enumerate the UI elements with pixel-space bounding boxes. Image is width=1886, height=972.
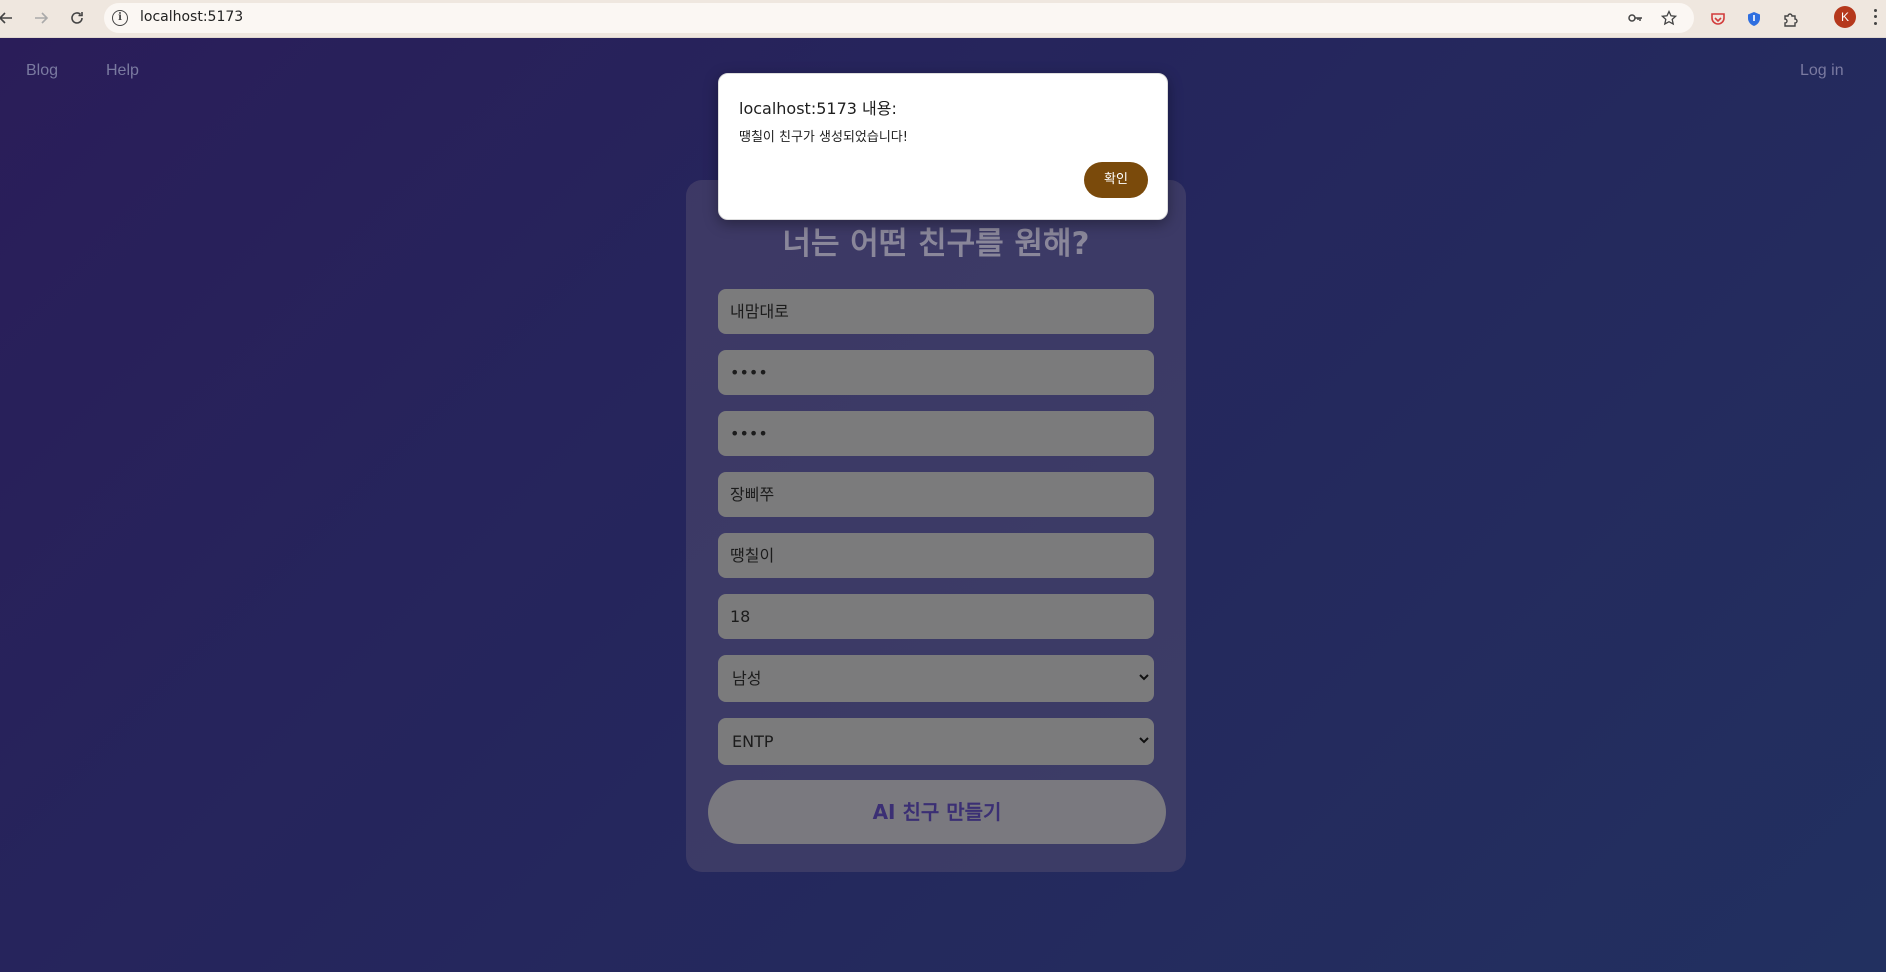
back-icon[interactable] [0,4,20,32]
nav-blog-link[interactable]: Blog [26,62,58,80]
app-page: Blog Help Log in 너는 어떤 친구를 원해? 내맘대로 ••••… [0,38,1886,972]
profile-avatar[interactable]: K [1834,6,1856,28]
browser-toolbar: i localhost:5173 K [0,0,1886,38]
nav-login-link[interactable]: Log in [1800,62,1844,80]
url-text: localhost:5173 [140,9,244,25]
forward-icon[interactable] [27,4,55,32]
pocket-extension-icon[interactable] [1704,5,1732,33]
age-input[interactable]: 18 [718,594,1154,639]
dialog-title: localhost:5173 내용: [739,99,897,118]
gender-select[interactable]: 남성 [718,655,1154,702]
mbti-select-value: ENTP [732,732,774,751]
extensions-puzzle-icon[interactable] [1776,5,1804,33]
chevron-down-icon [1139,737,1149,744]
key-icon[interactable] [1624,7,1646,29]
persona-input[interactable]: 장삐쭈 [718,472,1154,517]
dialog-ok-button[interactable]: 확인 [1084,162,1148,198]
gender-select-value: 남성 [732,669,762,688]
reload-icon[interactable] [63,4,91,32]
friend-name-input[interactable]: 내맘대로 [718,289,1154,334]
shield-extension-icon[interactable] [1740,5,1768,33]
bookmark-star-icon[interactable] [1658,7,1680,29]
alert-dialog: localhost:5173 내용: 땡칠이 친구가 생성되었습니다! 확인 [718,73,1168,220]
address-bar[interactable]: i localhost:5173 [104,3,1694,33]
mbti-select[interactable]: ENTP [718,718,1154,765]
form-heading: 너는 어떤 친구를 원해? [782,226,1090,262]
site-info-icon[interactable]: i [112,10,128,26]
browser-menu-icon[interactable] [1872,7,1878,27]
create-friend-card: 너는 어떤 친구를 원해? 내맘대로 •••• •••• 장삐쭈 땡칠이 18 … [686,180,1186,872]
chevron-down-icon [1139,674,1149,681]
nav-help-link[interactable]: Help [106,62,139,80]
create-friend-button[interactable]: AI 친구 만들기 [708,780,1166,844]
password-confirm-input[interactable]: •••• [718,411,1154,456]
dialog-message: 땡칠이 친구가 생성되었습니다! [739,130,908,145]
nickname-input[interactable]: 땡칠이 [718,533,1154,578]
password-input[interactable]: •••• [718,350,1154,395]
